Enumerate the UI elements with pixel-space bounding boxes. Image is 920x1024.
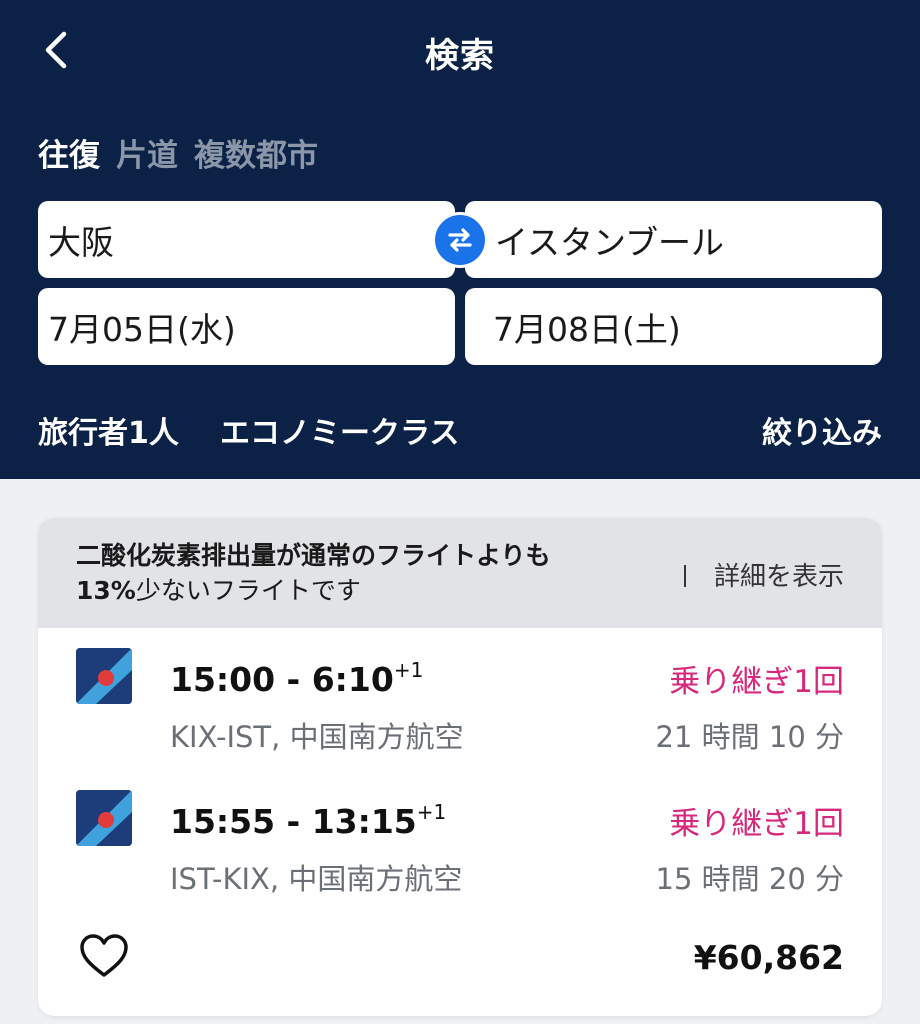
flight-leg-return: 15:55 - 13:15+1 IST-KIX, 中国南方航空 乗り継ぎ1回 1… — [38, 788, 882, 898]
page-title: 検索 — [425, 36, 495, 76]
tab-one-way[interactable]: 片道 — [116, 138, 178, 174]
destination-field[interactable]: イスタンブール — [465, 201, 882, 278]
stops-count: 乗り継ぎ1回 — [669, 806, 844, 842]
day-offset: +1 — [393, 658, 424, 682]
stops-count: 乗り継ぎ1回 — [669, 664, 844, 700]
china-southern-logo-icon — [76, 790, 132, 846]
flight-times: 15:55 - 13:15+1 — [170, 800, 446, 841]
return-date-field[interactable]: 7月08日(土) — [465, 288, 882, 365]
route-airline: KIX-IST, 中国南方航空 — [170, 720, 464, 754]
destination-value: イスタンブール — [495, 222, 725, 262]
flight-leg-outbound: 15:00 - 6:10+1 KIX-IST, 中国南方航空 乗り継ぎ1回 21… — [38, 646, 882, 756]
flight-result-card[interactable]: 二酸化炭素排出量が通常のフライトよりも 13%少ないフライトです 詳細を表示 1… — [38, 518, 882, 1016]
time-range: 15:55 - 13:15 — [170, 802, 417, 841]
origin-field[interactable]: 大阪 — [38, 201, 455, 278]
depart-date-field[interactable]: 7月05日(水) — [38, 288, 455, 365]
eco-banner-text: 二酸化炭素排出量が通常のフライトよりも 13%少ないフライトです — [76, 538, 551, 608]
eco-banner-line2-rest: 少ないフライトです — [135, 576, 361, 605]
eco-percent: 13% — [76, 576, 136, 605]
china-southern-logo-icon — [76, 648, 132, 704]
trip-type-tabs: 往復 片道 複数都市 — [38, 130, 334, 175]
cabin-class-selector[interactable]: エコノミークラス — [220, 408, 459, 452]
route-airline: IST-KIX, 中国南方航空 — [170, 862, 463, 896]
eco-banner-line1: 二酸化炭素排出量が通常のフライトよりも — [76, 541, 551, 570]
eco-detail-link[interactable]: 詳細を表示 — [683, 556, 844, 593]
day-offset: +1 — [416, 800, 447, 824]
flight-duration: 21 時間 10 分 — [655, 720, 844, 754]
eco-detail-label: 詳細を表示 — [713, 562, 844, 592]
search-header: 検索 往復 片道 複数都市 大阪 イスタンブール 7月05日(水) 7月08日(土)… — [0, 0, 920, 479]
return-date-value: 7月08日(土) — [493, 309, 681, 349]
flight-duration: 15 時間 20 分 — [655, 862, 844, 896]
divider — [683, 565, 686, 587]
swap-arrows-icon — [448, 228, 472, 252]
depart-date-value: 7月05日(水) — [48, 309, 236, 349]
origin-value: 大阪 — [48, 222, 114, 262]
travelers-selector[interactable]: 旅行者1人 — [38, 408, 179, 452]
flight-times: 15:00 - 6:10+1 — [170, 658, 423, 699]
eco-banner-line2: 13%少ないフライトです — [76, 573, 551, 608]
time-range: 15:00 - 6:10 — [170, 660, 394, 699]
heart-icon — [80, 934, 128, 977]
price: ¥60,862 — [693, 938, 844, 977]
tab-round-trip[interactable]: 往復 — [38, 138, 100, 174]
filter-button[interactable]: 絞り込み — [762, 408, 882, 452]
favorite-button[interactable] — [78, 932, 130, 980]
eco-banner: 二酸化炭素排出量が通常のフライトよりも 13%少ないフライトです 詳細を表示 — [38, 518, 882, 628]
tab-multi-city[interactable]: 複数都市 — [194, 138, 318, 174]
swap-button[interactable] — [432, 212, 488, 268]
